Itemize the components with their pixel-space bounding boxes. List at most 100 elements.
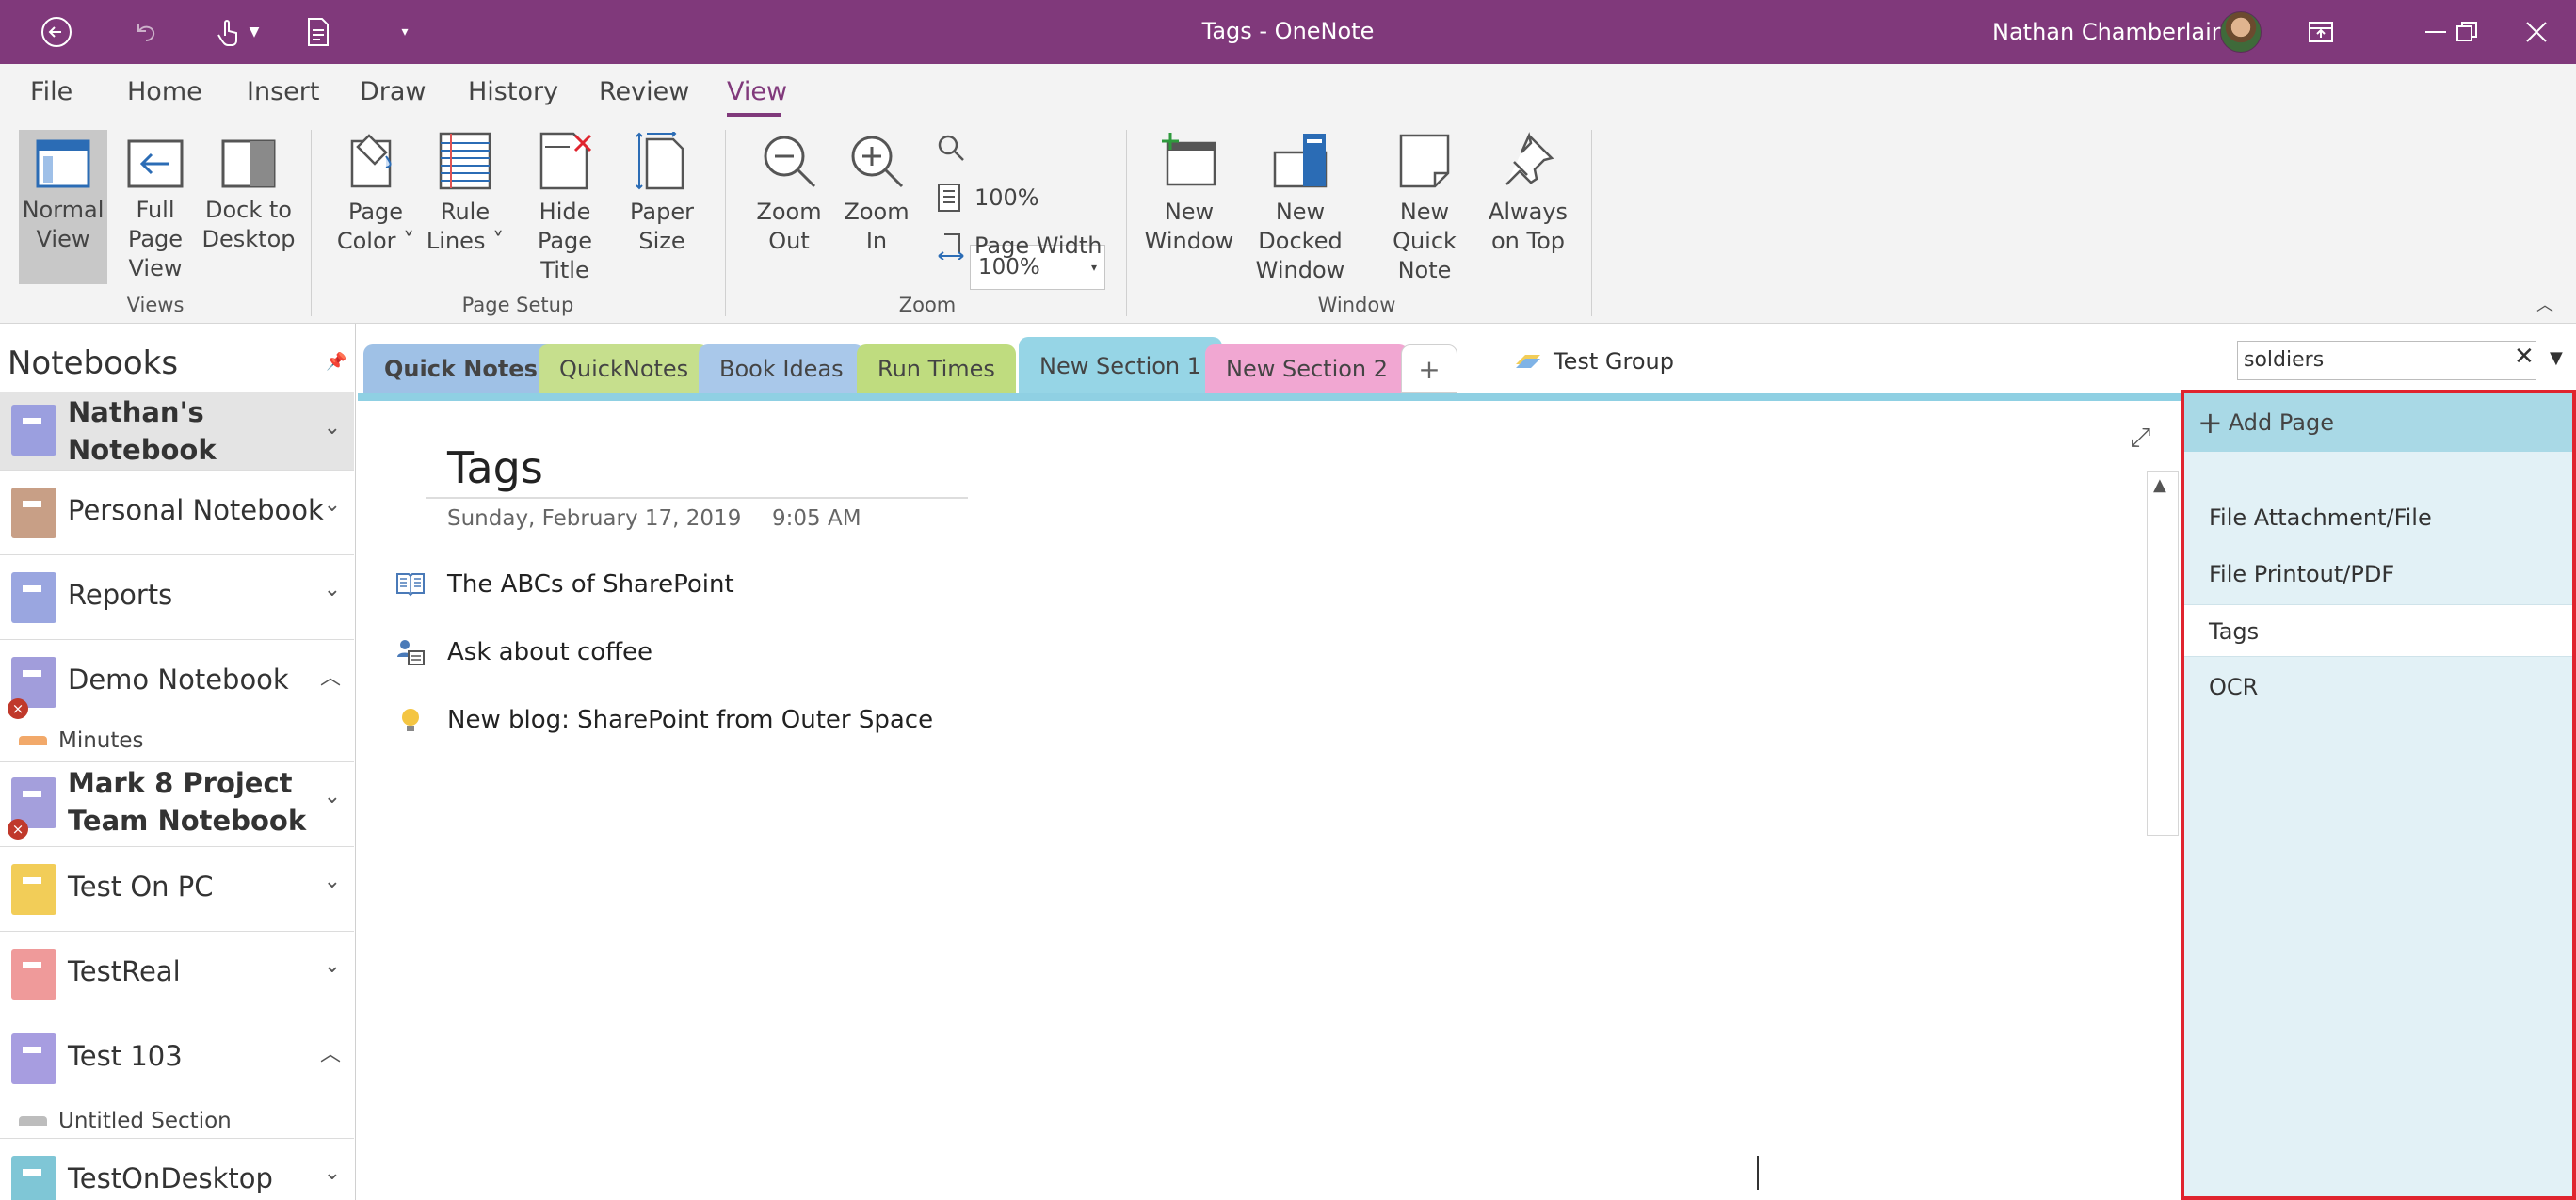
section-group-test-group[interactable]: Test Group bbox=[1514, 348, 1674, 375]
scroll-up-icon[interactable]: ▲ bbox=[2153, 475, 2166, 495]
section-tab-quick-notes[interactable]: Quick Notes bbox=[363, 344, 558, 393]
search-input[interactable]: soldiers bbox=[2237, 341, 2536, 380]
page-color-icon bbox=[348, 132, 403, 190]
chevron-down-icon[interactable]: ⌄ bbox=[324, 1161, 341, 1185]
ribbon-display-options-icon[interactable] bbox=[2278, 0, 2363, 64]
notebook-item-personal-notebook[interactable]: Personal Notebook ⌄ bbox=[0, 471, 354, 555]
normal-view-icon bbox=[36, 139, 90, 188]
page-item-file-attachment[interactable]: File Attachment/File bbox=[2184, 491, 2572, 544]
clear-search-icon[interactable]: ✕ bbox=[2514, 343, 2535, 371]
notebook-icon bbox=[11, 864, 56, 915]
dock-to-desktop-button[interactable]: Dock to Desktop bbox=[202, 130, 296, 254]
expand-page-icon[interactable]: ⤢ bbox=[2130, 422, 2150, 454]
chevron-up-icon[interactable]: ︿ bbox=[320, 661, 341, 691]
collapse-ribbon-icon[interactable]: ︿ bbox=[2536, 292, 2553, 316]
page-width-icon bbox=[938, 233, 964, 260]
tab-view[interactable]: View bbox=[727, 77, 787, 106]
notebook-item-test-103[interactable]: Test 103 ︿ Untitled Section bbox=[0, 1016, 354, 1139]
rule-lines-button[interactable]: Rule Lines ˅ bbox=[422, 130, 508, 256]
page-item-tags[interactable]: Tags bbox=[2184, 604, 2572, 657]
notebook-item-reports[interactable]: Reports ⌄ bbox=[0, 555, 354, 640]
new-docked-window-button[interactable]: New Docked Window bbox=[1233, 130, 1367, 285]
chevron-up-icon[interactable]: ︿ bbox=[320, 1037, 341, 1067]
plus-icon: + bbox=[2198, 405, 2223, 440]
always-on-top-button[interactable]: Always on Top bbox=[1486, 130, 1570, 256]
chevron-down-icon[interactable]: ⌄ bbox=[324, 493, 341, 517]
normal-view-button[interactable]: Normal View bbox=[19, 130, 107, 284]
new-quick-note-button[interactable]: New Quick Note bbox=[1367, 130, 1482, 285]
tab-insert[interactable]: Insert bbox=[247, 77, 319, 106]
page-color-button[interactable]: Page Color ˅ bbox=[333, 130, 418, 256]
notebook-item-test-on-pc[interactable]: Test On PC ⌄ bbox=[0, 847, 354, 932]
sync-error-icon: × bbox=[8, 819, 28, 840]
book-tag-icon[interactable] bbox=[395, 570, 426, 600]
page-item-ocr[interactable]: OCR bbox=[2184, 661, 2572, 713]
notebook-item-nathans-notebook[interactable]: Nathan's Notebook ⌄ bbox=[0, 392, 354, 471]
idea-tag-icon[interactable] bbox=[395, 706, 426, 736]
page-item-file-printout[interactable]: File Printout/PDF bbox=[2184, 548, 2572, 600]
back-icon[interactable] bbox=[34, 9, 79, 55]
section-tab-quicknotes[interactable]: QuickNotes bbox=[539, 344, 710, 393]
tab-review[interactable]: Review bbox=[599, 77, 689, 106]
zoom-out-button[interactable]: Zoom Out bbox=[744, 130, 834, 256]
active-tab-indicator bbox=[727, 113, 781, 117]
vertical-scrollbar[interactable] bbox=[2147, 471, 2179, 836]
notebook-name: Nathan's Notebook bbox=[68, 396, 217, 466]
zoom-in-icon bbox=[847, 132, 906, 190]
page-width-button[interactable]: Page Width bbox=[937, 232, 1102, 260]
close-icon[interactable] bbox=[2497, 0, 2576, 64]
page-title[interactable]: Tags bbox=[447, 442, 543, 493]
notebook-name: Reports bbox=[68, 579, 173, 611]
group-label-page-setup: Page Setup bbox=[461, 294, 574, 316]
chevron-down-icon[interactable]: ⌄ bbox=[324, 785, 341, 808]
paper-size-button[interactable]: Paper Size bbox=[621, 130, 702, 256]
restore-icon[interactable] bbox=[2425, 0, 2508, 64]
section-tab-new-section-1[interactable]: New Section 1 bbox=[1019, 337, 1223, 401]
contact-tag-icon[interactable] bbox=[395, 638, 426, 668]
section-tab-book-ideas[interactable]: Book Ideas bbox=[699, 344, 864, 393]
page-list-pane: + Add Page File Attachment/File File Prin… bbox=[2181, 390, 2576, 1200]
note-item[interactable]: New blog: SharePoint from Outer Space bbox=[447, 706, 933, 734]
add-page-button[interactable]: + Add Page bbox=[2184, 393, 2572, 452]
section-tab-run-times[interactable]: Run Times bbox=[857, 344, 1016, 393]
search-scope-dropdown-icon[interactable]: ▼ bbox=[2550, 348, 2563, 368]
new-window-button[interactable]: New Window bbox=[1139, 130, 1239, 256]
undo-icon[interactable] bbox=[122, 9, 168, 55]
section-tab-new-section-2[interactable]: New Section 2 bbox=[1205, 344, 1409, 393]
notebook-item-testondesktop[interactable]: TestOnDesktop ⌄ bbox=[0, 1139, 354, 1200]
full-page-view-button[interactable]: Full Page View bbox=[105, 130, 205, 283]
tab-history[interactable]: History bbox=[468, 77, 558, 106]
notebook-item-mark-8-project-team-notebook[interactable]: × Mark 8 Project Team Notebook ⌄ bbox=[0, 762, 354, 847]
group-divider bbox=[725, 130, 726, 316]
chevron-down-icon[interactable]: ⌄ bbox=[324, 870, 341, 893]
user-name[interactable]: Nathan Chamberlain bbox=[1992, 0, 2226, 64]
section-item-minutes[interactable]: Minutes bbox=[19, 728, 144, 753]
chevron-down-icon[interactable]: ⌄ bbox=[324, 578, 341, 601]
customize-dropdown-icon[interactable]: ▾ bbox=[394, 9, 416, 55]
add-section-button[interactable]: + bbox=[1401, 344, 1457, 393]
chevron-down-icon[interactable]: ⌄ bbox=[324, 416, 341, 440]
hide-page-title-button[interactable]: Hide Page Title bbox=[516, 130, 614, 285]
section-color-icon bbox=[19, 736, 47, 745]
touch-mode-icon[interactable]: ▼ bbox=[209, 9, 266, 55]
note-item[interactable]: Ask about coffee bbox=[447, 638, 652, 666]
print-preview-icon[interactable] bbox=[299, 9, 337, 55]
note-item[interactable]: The ABCs of SharePoint bbox=[447, 570, 734, 599]
zoom-100-button[interactable]: 100% bbox=[937, 183, 1039, 213]
notebook-item-demo-notebook[interactable]: × Demo Notebook ︿ Minutes bbox=[0, 640, 354, 762]
title-underline bbox=[426, 497, 968, 499]
notebook-name: Mark 8 Project Team Notebook bbox=[68, 767, 307, 837]
notebooks-header[interactable]: Notebooks bbox=[8, 344, 178, 382]
chevron-down-icon[interactable]: ⌄ bbox=[324, 954, 341, 978]
tab-home[interactable]: Home bbox=[127, 77, 202, 106]
zoom-in-button[interactable]: Zoom In bbox=[834, 130, 919, 256]
tab-draw[interactable]: Draw bbox=[360, 77, 427, 106]
avatar[interactable] bbox=[2220, 11, 2262, 53]
pin-pane-icon[interactable]: 📌 bbox=[326, 352, 346, 372]
section-item-untitled-section[interactable]: Untitled Section bbox=[19, 1109, 232, 1133]
notebook-name: Test 103 bbox=[68, 1040, 183, 1072]
tab-file[interactable]: File bbox=[30, 77, 72, 106]
notebook-icon bbox=[11, 488, 56, 538]
pin-icon bbox=[1501, 132, 1555, 190]
notebook-item-testreal[interactable]: TestReal ⌄ bbox=[0, 932, 354, 1016]
